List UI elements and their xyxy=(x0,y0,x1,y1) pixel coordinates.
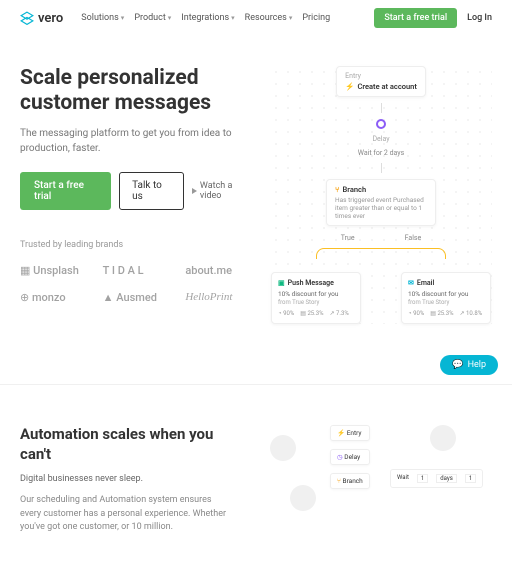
branch-false-label: False xyxy=(405,234,422,242)
hero-subtitle: The messaging platform to get you from i… xyxy=(20,126,250,156)
avatar-icon xyxy=(290,485,316,511)
nav-integrations[interactable]: Integrations▾ xyxy=(181,13,234,23)
mini-branch-node: ⑂ Branch xyxy=(330,473,370,489)
push-icon: ▣ xyxy=(278,279,285,287)
play-icon xyxy=(192,188,197,194)
avatar-icon xyxy=(270,435,296,461)
section2-title: Automation scales when you can't xyxy=(20,425,230,464)
branch-true-label: True xyxy=(341,234,355,242)
brand-ausmed: ▲ Ausmed xyxy=(103,291,168,304)
mini-delay-node: ◷ Delay xyxy=(330,449,370,465)
flow-entry-node: Entry ⚡Create at account xyxy=(336,66,426,97)
brand-unsplash: ▦ Unsplash xyxy=(20,264,85,277)
delay-dot-icon xyxy=(376,119,386,129)
bolt-icon: ⚡ xyxy=(345,82,354,91)
brand-tidal: T I D A L xyxy=(103,264,168,277)
hero-cta-secondary[interactable]: Talk to us xyxy=(119,172,184,210)
avatar-icon xyxy=(430,425,456,451)
logo-icon xyxy=(20,11,34,25)
nav-links: Solutions▾ Product▾ Integrations▾ Resour… xyxy=(81,13,330,23)
nav-resources[interactable]: Resources▾ xyxy=(245,13,293,23)
automation-section: Automation scales when you can't Digital… xyxy=(0,385,512,575)
nav-cta-button[interactable]: Start a free trial xyxy=(374,8,457,28)
section2-subtitle: Digital businesses never sleep. xyxy=(20,474,230,484)
brand-monzo: ⊕ monzo xyxy=(20,291,85,304)
chat-icon: 💬 xyxy=(452,360,463,370)
section2-diagram: ⚡ Entry ◷ Delay ⑂ Branch Wait1days1 xyxy=(250,425,492,535)
nav-solutions[interactable]: Solutions▾ xyxy=(81,13,124,23)
hero-title: Scale personalized customer messages xyxy=(20,66,250,116)
wait-config-box: Wait1days1 xyxy=(390,469,483,488)
trusted-label: Trusted by leading brands xyxy=(20,240,250,250)
hero-section: Scale personalized customer messages The… xyxy=(0,36,512,364)
envelope-icon: ✉ xyxy=(408,279,414,287)
nav-pricing[interactable]: Pricing xyxy=(302,13,330,23)
brand-helloprint: HelloPrint xyxy=(185,291,250,304)
nav-product[interactable]: Product▾ xyxy=(134,13,171,23)
flow-branch-node: ⑂Branch Has triggered event Purchased it… xyxy=(326,179,436,226)
brand-logos: ▦ Unsplash T I D A L about.me ⊕ monzo ▲ … xyxy=(20,264,250,304)
delay-label: Delay xyxy=(372,135,389,143)
section2-body: Our scheduling and Automation system ens… xyxy=(20,494,230,535)
workflow-diagram: Entry ⚡Create at account Delay Wait for … xyxy=(270,66,492,324)
brand-aboutme: about.me xyxy=(185,264,250,277)
email-node: ✉Email 10% discount for you from True St… xyxy=(401,272,491,324)
watch-video-button[interactable]: Watch a video xyxy=(192,181,250,201)
top-nav: vero Solutions▾ Product▾ Integrations▾ R… xyxy=(0,0,512,36)
login-link[interactable]: Log In xyxy=(467,13,492,23)
delay-desc: Wait for 2 days xyxy=(358,149,404,157)
mini-entry-node: ⚡ Entry xyxy=(330,425,370,441)
hero-cta-primary[interactable]: Start a free trial xyxy=(20,172,111,210)
help-button[interactable]: 💬Help xyxy=(440,355,498,375)
branch-icon: ⑂ xyxy=(335,185,340,194)
branch-connector xyxy=(316,248,446,262)
push-message-node: ▣Push Message 10% discount for you from … xyxy=(271,272,361,324)
logo[interactable]: vero xyxy=(20,11,63,26)
